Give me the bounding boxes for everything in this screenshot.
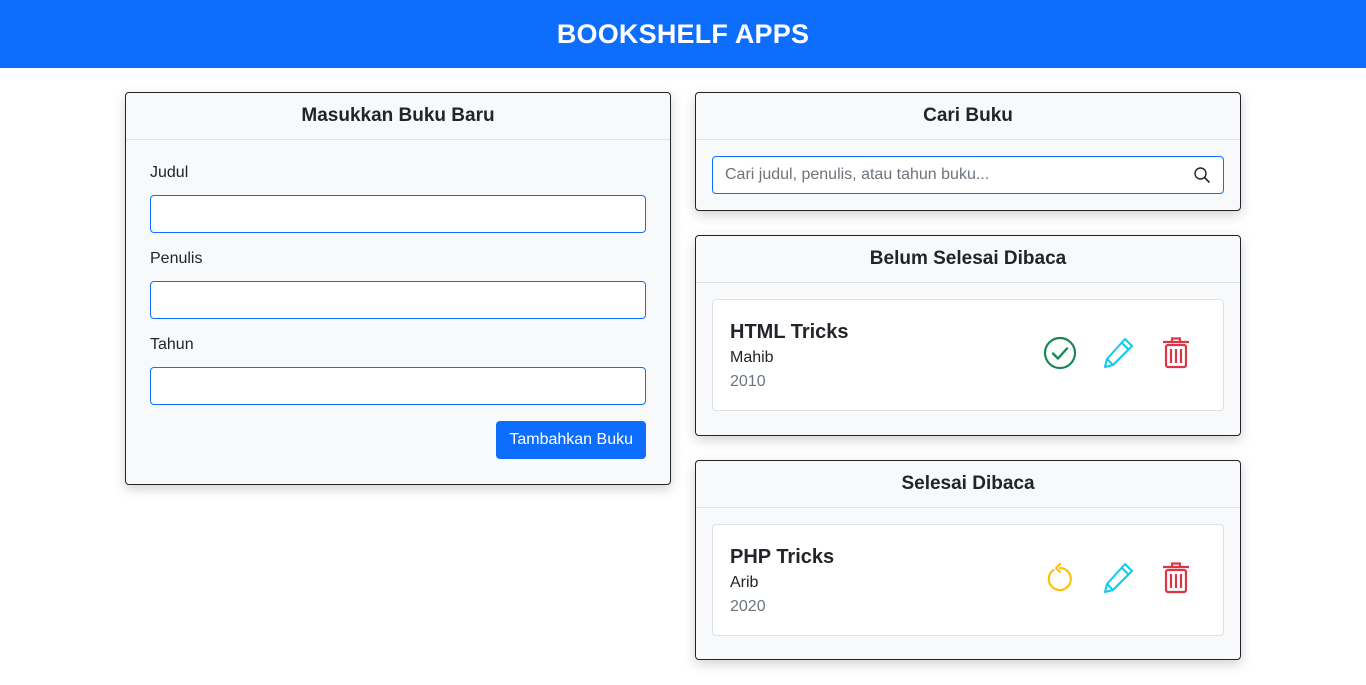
undo-icon[interactable] bbox=[1043, 561, 1077, 595]
search-box[interactable] bbox=[712, 156, 1224, 194]
search-icon[interactable] bbox=[1193, 166, 1211, 184]
book-actions bbox=[1043, 561, 1193, 595]
title-input[interactable] bbox=[150, 195, 646, 233]
search-input[interactable] bbox=[725, 166, 1193, 184]
pencil-icon[interactable] bbox=[1101, 336, 1135, 370]
book-author: Arib bbox=[730, 574, 759, 591]
book-author: Mahib bbox=[730, 349, 774, 366]
pencil-icon[interactable] bbox=[1101, 561, 1135, 595]
book-year: 2020 bbox=[730, 598, 766, 615]
read-books-card: Selesai Dibaca PHP Tricks Arib 2020 bbox=[695, 460, 1241, 660]
book-item: PHP Tricks Arib 2020 bbox=[712, 524, 1224, 636]
book-title: HTML Tricks bbox=[730, 321, 849, 343]
unread-heading: Belum Selesai Dibaca bbox=[696, 236, 1240, 283]
check-circle-icon[interactable] bbox=[1043, 336, 1077, 370]
book-actions bbox=[1043, 336, 1193, 370]
add-book-card: Masukkan Buku Baru Judul Penulis Tahun T… bbox=[125, 92, 671, 485]
read-heading: Selesai Dibaca bbox=[696, 461, 1240, 508]
book-item: HTML Tricks Mahib 2010 bbox=[712, 299, 1224, 411]
year-label: Tahun bbox=[150, 336, 194, 353]
year-input[interactable] bbox=[150, 367, 646, 405]
title-label: Judul bbox=[150, 164, 189, 181]
book-year: 2010 bbox=[730, 373, 766, 390]
search-heading: Cari Buku bbox=[696, 93, 1240, 140]
trash-icon[interactable] bbox=[1159, 561, 1193, 595]
search-card: Cari Buku bbox=[695, 92, 1241, 211]
add-book-form: Judul Penulis Tahun Tambahkan Buku bbox=[126, 140, 670, 459]
trash-icon[interactable] bbox=[1159, 336, 1193, 370]
app-navbar: BOOKSHELF APPS bbox=[0, 0, 1366, 68]
add-book-button[interactable]: Tambahkan Buku bbox=[496, 421, 646, 459]
unread-books-card: Belum Selesai Dibaca HTML Tricks Mahib 2… bbox=[695, 235, 1241, 436]
author-input[interactable] bbox=[150, 281, 646, 319]
book-title: PHP Tricks bbox=[730, 546, 835, 568]
author-label: Penulis bbox=[150, 250, 203, 267]
submit-row: Tambahkan Buku bbox=[150, 421, 646, 459]
add-book-heading: Masukkan Buku Baru bbox=[126, 93, 670, 140]
app-title: BOOKSHELF APPS bbox=[556, 18, 810, 49]
